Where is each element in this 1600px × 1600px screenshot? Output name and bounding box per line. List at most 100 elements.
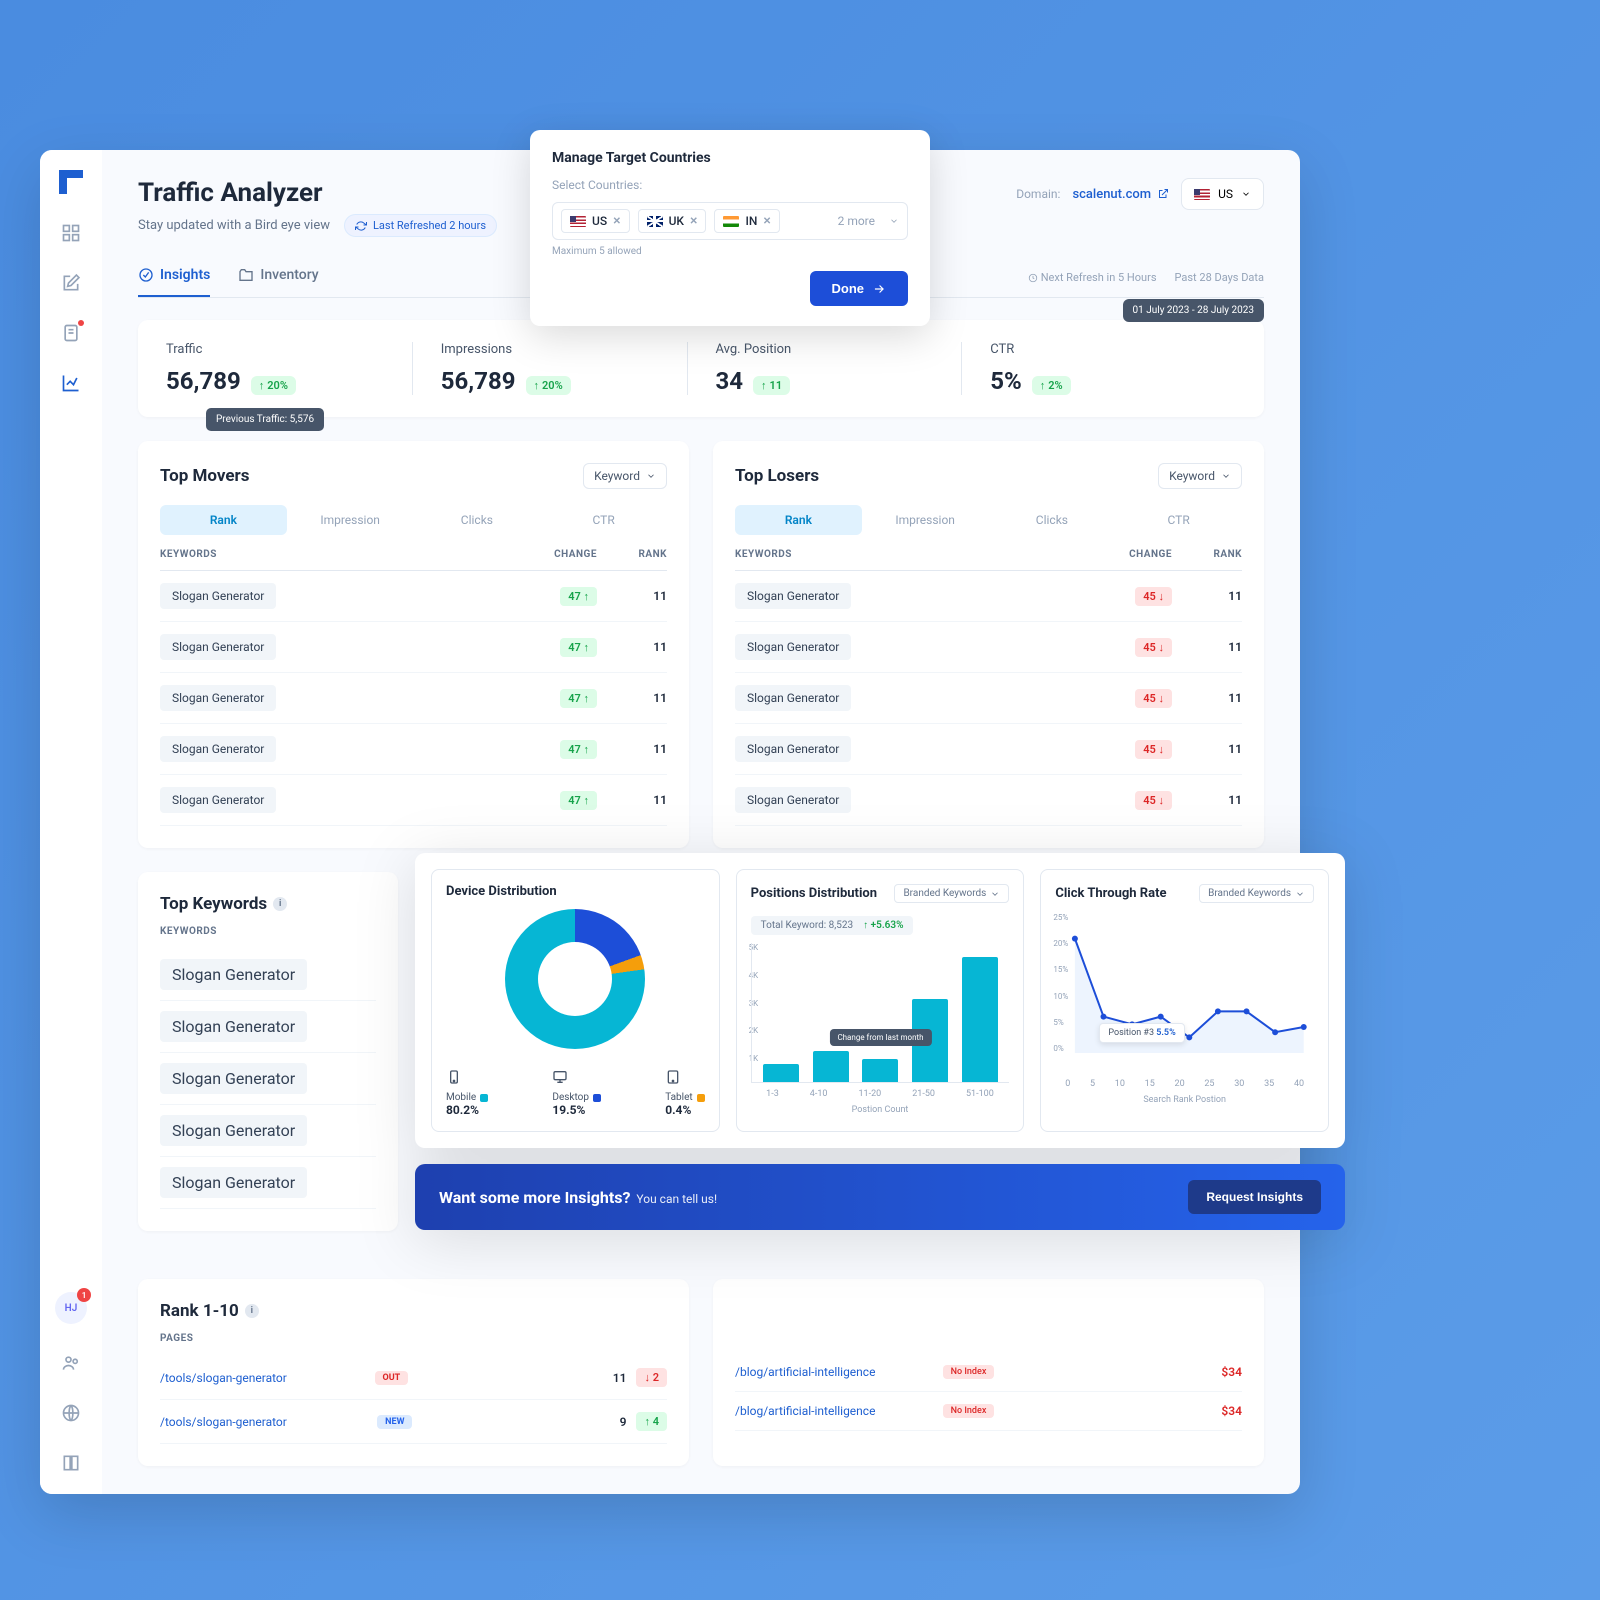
globe-icon[interactable] <box>60 1402 82 1424</box>
flag-us-icon <box>1194 189 1210 200</box>
user-avatar[interactable]: HJ1 <box>55 1292 87 1324</box>
document-icon[interactable] <box>60 322 82 344</box>
bar[interactable] <box>813 1051 849 1082</box>
domain-label: Domain: <box>1016 187 1060 201</box>
top-keywords-panel: Top Keywordsi KEYWORDS Slogan GeneratorS… <box>138 872 398 1231</box>
notification-badge: 1 <box>77 1288 91 1302</box>
seg-tab-clicks[interactable]: Clicks <box>414 505 541 535</box>
bar-tooltip: Change from last month <box>829 1029 931 1046</box>
keyword-chip: Slogan Generator <box>160 1011 307 1042</box>
bar[interactable] <box>962 957 998 1082</box>
metric-avg-position: Avg. Position 34 ↑ 11 <box>688 342 963 395</box>
table-row[interactable]: Slogan Generator45 ↓11 <box>735 571 1242 622</box>
table-row[interactable]: Slogan Generator47 ↑11 <box>160 571 667 622</box>
domain-value[interactable]: scalenut.com <box>1072 187 1169 202</box>
tab-inventory[interactable]: Inventory <box>238 257 318 297</box>
done-button[interactable]: Done <box>810 271 909 306</box>
refresh-chip[interactable]: Last Refreshed 2 hours <box>344 214 497 237</box>
rank-panel-right: /blog/artificial-intelligence No Index $34… <box>713 1279 1264 1466</box>
users-icon[interactable] <box>60 1352 82 1374</box>
seg-tab-impression[interactable]: Impression <box>287 505 414 535</box>
cta-banner: Want some more Insights?You can tell us!… <box>415 1164 1345 1230</box>
table-row[interactable]: Slogan Generator47 ↑11 <box>160 724 667 775</box>
price: $34 <box>1192 1365 1242 1379</box>
donut-chart <box>505 909 645 1049</box>
table-row[interactable]: Slogan Generator45 ↓11 <box>735 622 1242 673</box>
noindex-badge: No Index <box>943 1365 995 1379</box>
ctr-dropdown[interactable]: Branded Keywords <box>1199 884 1314 903</box>
list-item[interactable]: Slogan Generator <box>160 1157 376 1209</box>
page-link[interactable]: /blog/artificial-intelligence <box>735 1365 933 1379</box>
page-link[interactable]: /blog/artificial-intelligence <box>735 1404 933 1418</box>
app-window: HJ1 Traffic Analyzer Stay updated with a… <box>40 150 1300 1494</box>
seg-tab-rank[interactable]: Rank <box>160 505 287 535</box>
losers-dropdown[interactable]: Keyword <box>1158 463 1242 489</box>
top-movers-panel: Top Movers Keyword Rank Impression Click… <box>138 441 689 848</box>
clock-icon <box>1028 273 1038 283</box>
seg-tab-ctr[interactable]: CTR <box>1115 505 1242 535</box>
remove-chip-icon[interactable]: × <box>763 214 770 228</box>
country-chip-in[interactable]: IN× <box>714 209 779 233</box>
manage-countries-modal: Manage Target Countries Select Countries… <box>530 130 930 326</box>
country-chip-uk[interactable]: UK× <box>638 209 707 233</box>
past-data-text: Past 28 Days Data <box>1175 271 1264 284</box>
keyword-chip: Slogan Generator <box>160 634 276 660</box>
country-dropdown[interactable]: US <box>1181 178 1264 210</box>
table-row[interactable]: Slogan Generator47 ↑11 <box>160 775 667 826</box>
chevron-down-icon <box>1295 889 1305 899</box>
table-row[interactable]: Slogan Generator47 ↑11 <box>160 673 667 724</box>
list-item[interactable]: Slogan Generator <box>160 1105 376 1157</box>
country-chips-input[interactable]: US× UK× IN× 2 more <box>552 202 908 240</box>
device-desktop: Desktop 19.5% <box>552 1069 601 1117</box>
page-link[interactable]: /tools/slogan-generator <box>160 1371 365 1385</box>
seg-tab-ctr[interactable]: CTR <box>540 505 667 535</box>
info-icon[interactable]: i <box>273 897 287 911</box>
book-icon[interactable] <box>60 1452 82 1474</box>
line-chart: 25%20%15%10%5%0% Position #3 5.5% <box>1055 913 1314 1073</box>
remove-chip-icon[interactable]: × <box>613 214 620 228</box>
metric-traffic: Traffic 56,789 ↑ 20% Previous Traffic: 5… <box>166 342 413 395</box>
seg-tab-clicks[interactable]: Clicks <box>989 505 1116 535</box>
modal-title: Manage Target Countries <box>552 150 908 166</box>
keyword-chip: Slogan Generator <box>735 583 851 609</box>
seg-tab-impression[interactable]: Impression <box>862 505 989 535</box>
table-row[interactable]: Slogan Generator45 ↓11 <box>735 775 1242 826</box>
page-row[interactable]: /blog/artificial-intelligenceNo Index$34 <box>735 1392 1242 1431</box>
dashboard-icon[interactable] <box>60 222 82 244</box>
remove-chip-icon[interactable]: × <box>690 214 697 228</box>
movers-dropdown[interactable]: Keyword <box>583 463 667 489</box>
table-row[interactable]: Slogan Generator45 ↓11 <box>735 673 1242 724</box>
positions-distribution-card: Positions DistributionBranded Keywords T… <box>736 869 1025 1132</box>
page-row[interactable]: /blog/artificial-intelligence No Index $34 <box>735 1353 1242 1392</box>
list-item[interactable]: Slogan Generator <box>160 1001 376 1053</box>
list-item[interactable]: Slogan Generator <box>160 949 376 1001</box>
info-icon[interactable]: i <box>245 1304 259 1318</box>
table-row[interactable]: Slogan Generator45 ↓11 <box>735 724 1242 775</box>
seg-tab-rank[interactable]: Rank <box>735 505 862 535</box>
price: $34 <box>1192 1404 1242 1418</box>
list-item[interactable]: Slogan Generator <box>160 1053 376 1105</box>
status-badge: NEW <box>377 1415 412 1429</box>
request-insights-button[interactable]: Request Insights <box>1188 1180 1321 1214</box>
movers-title: Top Movers <box>160 466 249 486</box>
analytics-icon[interactable] <box>60 372 82 394</box>
country-chip-us[interactable]: US× <box>561 209 630 233</box>
bar[interactable] <box>862 1059 898 1082</box>
bar[interactable] <box>763 1064 799 1082</box>
keyword-chip: Slogan Generator <box>160 1063 307 1094</box>
tab-insights[interactable]: Insights <box>138 257 210 297</box>
modal-hint: Maximum 5 allowed <box>552 246 908 257</box>
page-row[interactable]: /tools/slogan-generatorNEW9↑ 4 <box>160 1400 667 1444</box>
edit-icon[interactable] <box>60 272 82 294</box>
page-row[interactable]: /tools/slogan-generatorOUT11↓ 2 <box>160 1356 667 1400</box>
top-losers-panel: Top Losers Keyword Rank Impression Click… <box>713 441 1264 848</box>
positions-dropdown[interactable]: Branded Keywords <box>894 884 1009 903</box>
impressions-delta: ↑ 20% <box>526 376 571 395</box>
chevron-down-icon <box>990 889 1000 899</box>
chevron-down-icon[interactable] <box>889 216 899 226</box>
page-link[interactable]: /tools/slogan-generator <box>160 1415 367 1429</box>
main-content: Traffic Analyzer Stay updated with a Bir… <box>102 150 1300 1494</box>
ctr-card: Click Through RateBranded Keywords 25%20… <box>1040 869 1329 1132</box>
keyword-chip: Slogan Generator <box>160 685 276 711</box>
table-row[interactable]: Slogan Generator47 ↑11 <box>160 622 667 673</box>
